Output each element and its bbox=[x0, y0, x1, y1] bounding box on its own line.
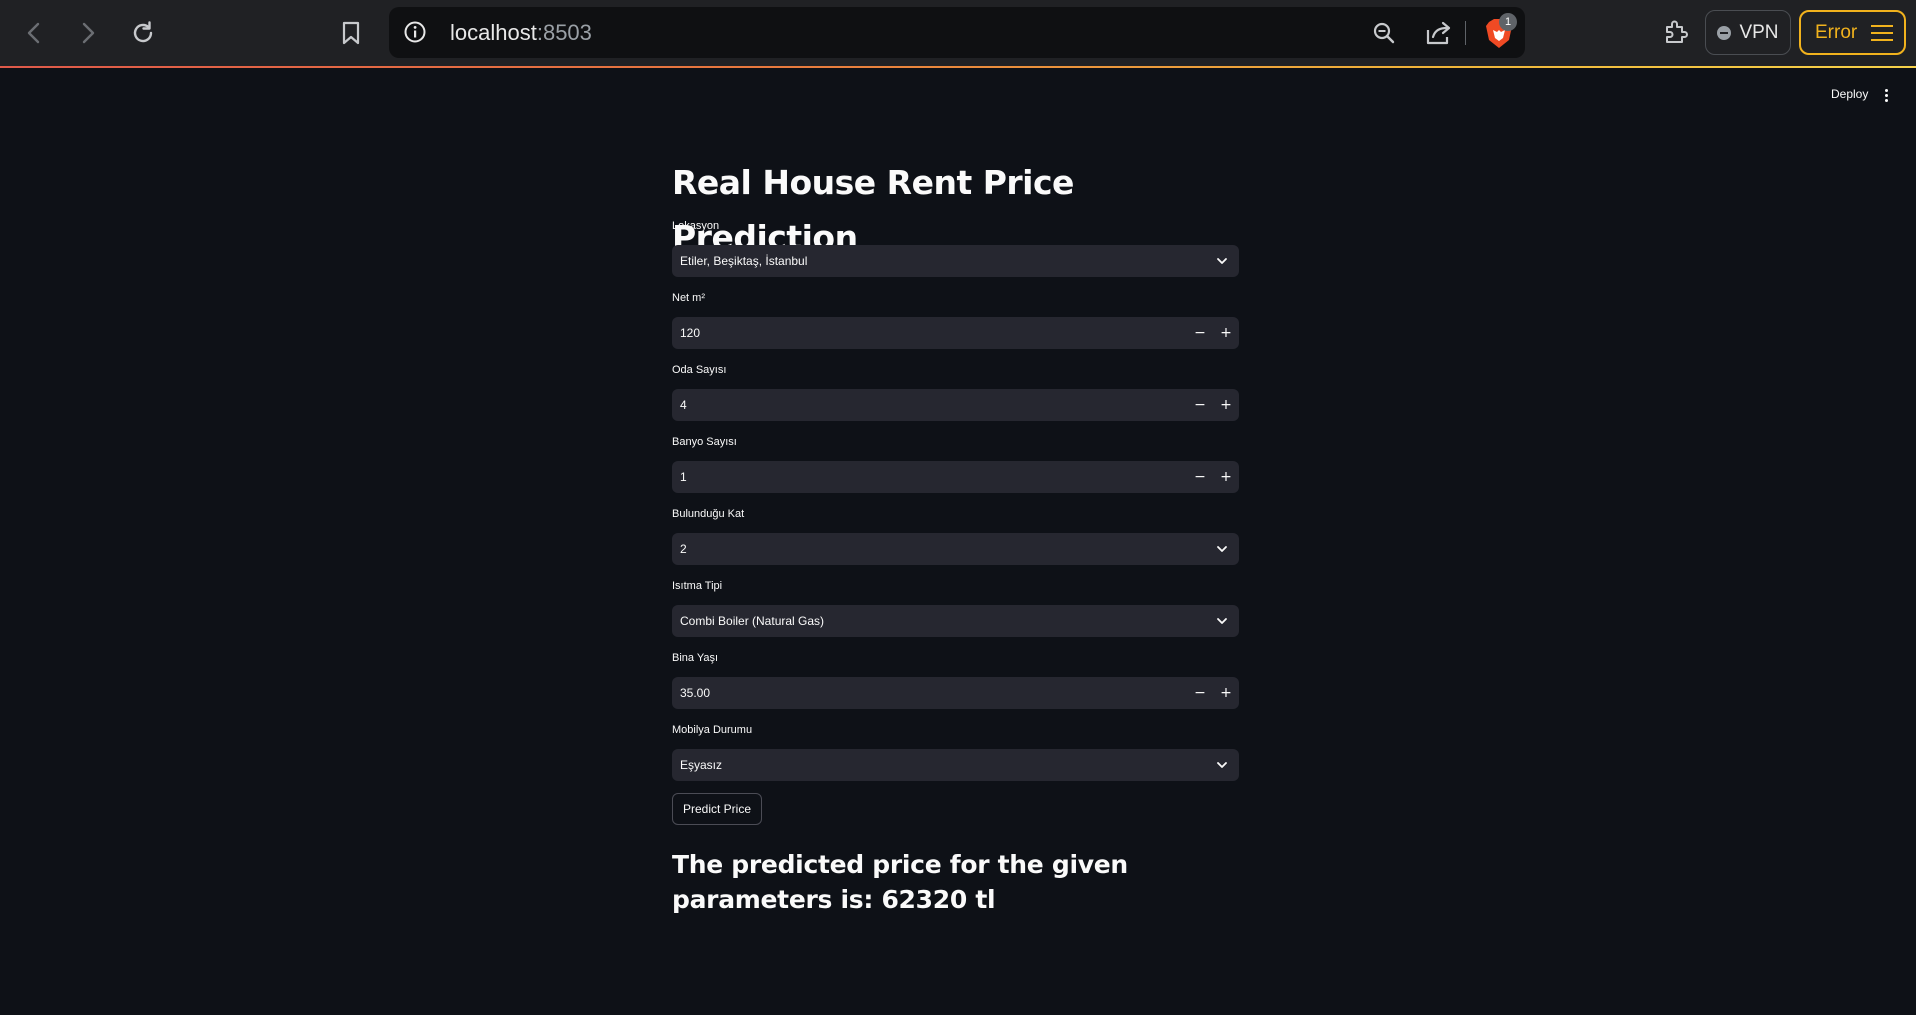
building-age-value: 35.00 bbox=[680, 686, 711, 700]
chevron-down-icon bbox=[1217, 258, 1227, 264]
deploy-button[interactable]: Deploy bbox=[1831, 87, 1868, 101]
error-label: Error bbox=[1815, 21, 1858, 43]
vpn-button[interactable]: VPN bbox=[1705, 10, 1791, 55]
back-arrow-icon[interactable] bbox=[14, 13, 54, 53]
bathrooms-input[interactable]: 1 − + bbox=[672, 461, 1239, 493]
floor-select[interactable]: 2 bbox=[672, 533, 1239, 565]
page-title: Real House Rent Price Prediction bbox=[672, 163, 1074, 257]
heating-field: Isıtma Tipi Combi Boiler (Natural Gas) bbox=[672, 579, 1239, 637]
bookmark-icon[interactable] bbox=[331, 13, 371, 53]
rooms-field: Oda Sayısı 4 − + bbox=[672, 363, 1239, 421]
heating-value: Combi Boiler (Natural Gas) bbox=[680, 614, 825, 628]
net-m2-field: Net m² 120 − + bbox=[672, 291, 1239, 349]
net-m2-value: 120 bbox=[680, 326, 701, 340]
forward-arrow-icon[interactable] bbox=[68, 13, 108, 53]
location-select[interactable]: Etiler, Beşiktaş, İstanbul bbox=[672, 245, 1239, 277]
url-text[interactable]: localhost:8503 bbox=[450, 7, 592, 58]
heating-label: Isıtma Tipi bbox=[672, 580, 723, 592]
location-value: Etiler, Beşiktaş, İstanbul bbox=[680, 254, 808, 268]
loading-gradient-line bbox=[0, 66, 1916, 68]
zoom-out-icon[interactable] bbox=[1371, 20, 1397, 50]
reload-icon[interactable] bbox=[123, 13, 163, 53]
increment-button[interactable]: + bbox=[1213, 461, 1239, 493]
building-age-label: Bina Yaşı bbox=[672, 652, 719, 664]
decrement-button[interactable]: − bbox=[1187, 461, 1213, 493]
floor-label: Bulunduğu Kat bbox=[672, 508, 745, 520]
vpn-label: VPN bbox=[1739, 21, 1779, 43]
decrement-button[interactable]: − bbox=[1187, 677, 1213, 709]
decrement-button[interactable]: − bbox=[1187, 317, 1213, 349]
chevron-down-icon bbox=[1217, 546, 1227, 552]
share-icon[interactable] bbox=[1425, 20, 1453, 50]
furnishing-value: Eşyasız bbox=[680, 758, 723, 772]
floor-value: 2 bbox=[680, 542, 687, 556]
info-icon[interactable] bbox=[403, 20, 427, 48]
increment-button[interactable]: + bbox=[1213, 677, 1239, 709]
floor-field: Bulunduğu Kat 2 bbox=[672, 507, 1239, 565]
url-separator bbox=[1465, 21, 1466, 45]
predict-price-button[interactable]: Predict Price bbox=[672, 793, 763, 825]
decrement-button[interactable]: − bbox=[1187, 389, 1213, 421]
chevron-down-icon bbox=[1217, 618, 1227, 624]
furnishing-label: Mobilya Durumu bbox=[672, 724, 753, 736]
main-container: Real House Rent Price Prediction Lokasyo… bbox=[672, 155, 1239, 917]
bathrooms-field: Banyo Sayısı 1 − + bbox=[672, 435, 1239, 493]
bathrooms-label: Banyo Sayısı bbox=[672, 436, 737, 448]
error-menu-button[interactable]: Error bbox=[1799, 10, 1906, 55]
puzzle-icon[interactable] bbox=[1656, 12, 1696, 52]
increment-button[interactable]: + bbox=[1213, 317, 1239, 349]
hamburger-icon bbox=[1871, 24, 1894, 41]
url-host: localhost bbox=[450, 20, 537, 45]
chevron-down-icon bbox=[1217, 762, 1227, 768]
building-age-input[interactable]: 35.00 − + bbox=[672, 677, 1239, 709]
rooms-input[interactable]: 4 − + bbox=[672, 389, 1239, 421]
furnishing-field: Mobilya Durumu Eşyasız bbox=[672, 723, 1239, 781]
prediction-result: The predicted price for the given parame… bbox=[672, 850, 1128, 914]
rooms-label: Oda Sayısı bbox=[672, 364, 727, 376]
building-age-field: Bina Yaşı 35.00 − + bbox=[672, 651, 1239, 709]
rooms-value: 4 bbox=[680, 398, 687, 412]
increment-button[interactable]: + bbox=[1213, 389, 1239, 421]
net-m2-input[interactable]: 120 − + bbox=[672, 317, 1239, 349]
net-m2-label: Net m² bbox=[672, 292, 705, 304]
heating-select[interactable]: Combi Boiler (Natural Gas) bbox=[672, 605, 1239, 637]
more-options-icon[interactable] bbox=[1880, 87, 1892, 103]
furnishing-select[interactable]: Eşyasız bbox=[672, 749, 1239, 781]
bathrooms-value: 1 bbox=[680, 470, 687, 484]
vpn-status-icon bbox=[1717, 25, 1732, 40]
shields-count-badge: 1 bbox=[1499, 13, 1517, 31]
address-bar[interactable]: localhost:8503 1 bbox=[389, 7, 1525, 58]
url-port: :8503 bbox=[536, 20, 592, 45]
browser-toolbar: localhost:8503 1 VPN Error bbox=[0, 0, 1916, 66]
